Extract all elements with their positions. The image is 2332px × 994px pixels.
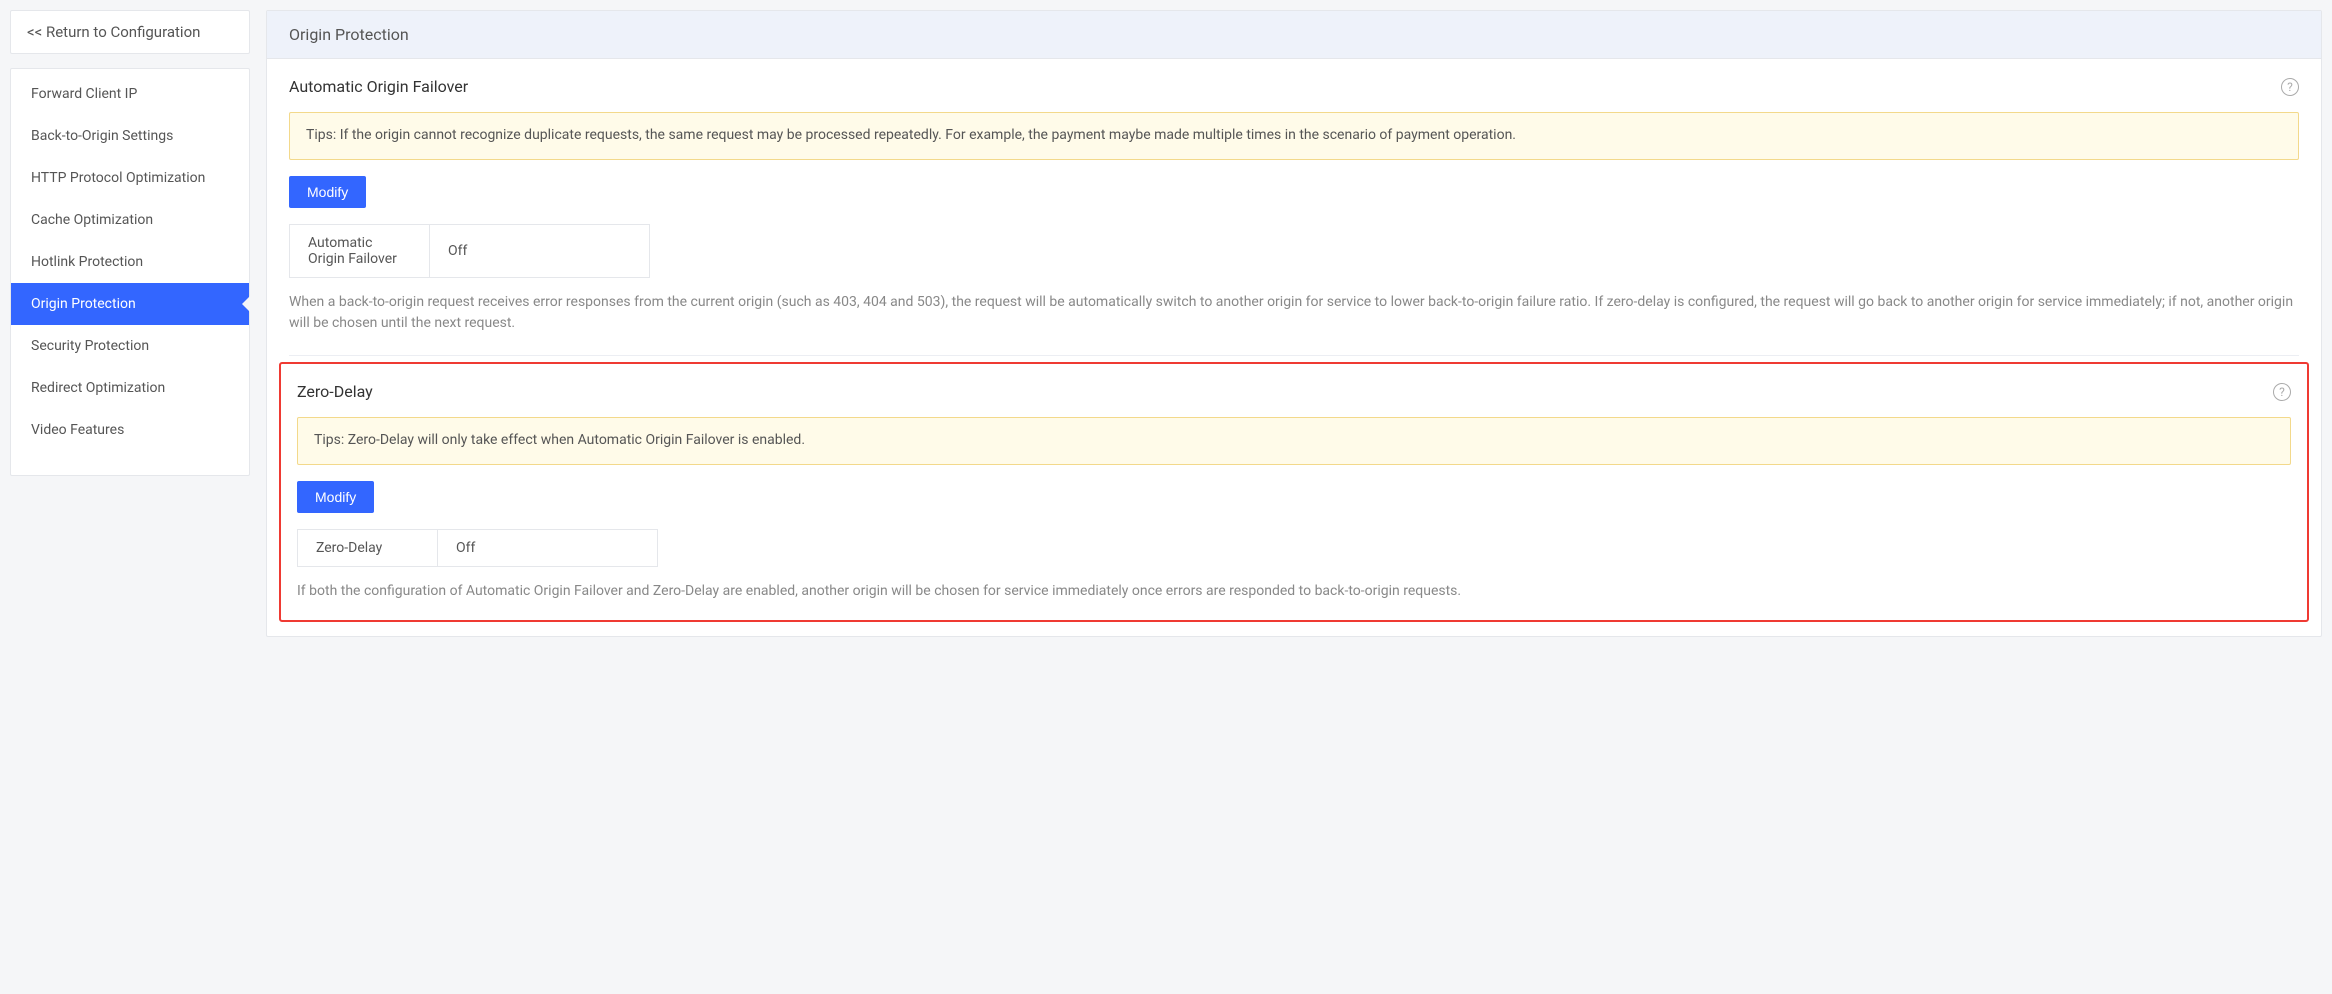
sidebar-item-hotlink-protection[interactable]: Hotlink Protection bbox=[11, 241, 249, 283]
section-header: Zero-Delay ? bbox=[297, 382, 2291, 401]
page-title: Origin Protection bbox=[267, 11, 2321, 59]
section-automatic-origin-failover: Automatic Origin Failover ? Tips: If the… bbox=[267, 59, 2321, 355]
section-title-failover: Automatic Origin Failover bbox=[289, 77, 468, 96]
sidebar-item-security-protection[interactable]: Security Protection bbox=[11, 325, 249, 367]
table-row: Automatic Origin Failover Off bbox=[290, 224, 650, 277]
sidebar-item-forward-client-ip[interactable]: Forward Client IP bbox=[11, 73, 249, 115]
sidebar: << Return to Configuration Forward Clien… bbox=[10, 10, 250, 637]
sidebar-nav: Forward Client IP Back-to-Origin Setting… bbox=[10, 68, 250, 476]
zero-delay-status-label: Zero-Delay bbox=[298, 529, 438, 566]
page-layout: << Return to Configuration Forward Clien… bbox=[10, 10, 2322, 637]
section-divider bbox=[289, 355, 2299, 356]
return-to-configuration-link[interactable]: << Return to Configuration bbox=[10, 10, 250, 54]
sidebar-item-redirect-optimization[interactable]: Redirect Optimization bbox=[11, 367, 249, 409]
help-icon[interactable]: ? bbox=[2273, 383, 2291, 401]
failover-status-value: Off bbox=[430, 224, 650, 277]
sidebar-item-origin-protection[interactable]: Origin Protection bbox=[11, 283, 249, 325]
tips-box-zero-delay: Tips: Zero-Delay will only take effect w… bbox=[297, 417, 2291, 465]
section-zero-delay-highlight: Zero-Delay ? Tips: Zero-Delay will only … bbox=[279, 362, 2309, 622]
zero-delay-status-value: Off bbox=[438, 529, 658, 566]
main-content: Origin Protection Automatic Origin Failo… bbox=[266, 10, 2322, 637]
failover-description: When a back-to-origin request receives e… bbox=[289, 292, 2299, 335]
modify-zero-delay-button[interactable]: Modify bbox=[297, 481, 374, 513]
failover-status-label: Automatic Origin Failover bbox=[290, 224, 430, 277]
table-row: Zero-Delay Off bbox=[298, 529, 658, 566]
section-title-zero-delay: Zero-Delay bbox=[297, 382, 373, 401]
sidebar-item-video-features[interactable]: Video Features bbox=[11, 409, 249, 451]
failover-status-table: Automatic Origin Failover Off bbox=[289, 224, 650, 278]
zero-delay-status-table: Zero-Delay Off bbox=[297, 529, 658, 567]
section-header: Automatic Origin Failover ? bbox=[289, 77, 2299, 96]
sidebar-item-cache-optimization[interactable]: Cache Optimization bbox=[11, 199, 249, 241]
sidebar-item-back-to-origin-settings[interactable]: Back-to-Origin Settings bbox=[11, 115, 249, 157]
sidebar-item-http-protocol-optimization[interactable]: HTTP Protocol Optimization bbox=[11, 157, 249, 199]
section-zero-delay: Zero-Delay ? Tips: Zero-Delay will only … bbox=[281, 364, 2307, 620]
modify-failover-button[interactable]: Modify bbox=[289, 176, 366, 208]
help-icon[interactable]: ? bbox=[2281, 78, 2299, 96]
zero-delay-description: If both the configuration of Automatic O… bbox=[297, 581, 2291, 603]
tips-box-failover: Tips: If the origin cannot recognize dup… bbox=[289, 112, 2299, 160]
